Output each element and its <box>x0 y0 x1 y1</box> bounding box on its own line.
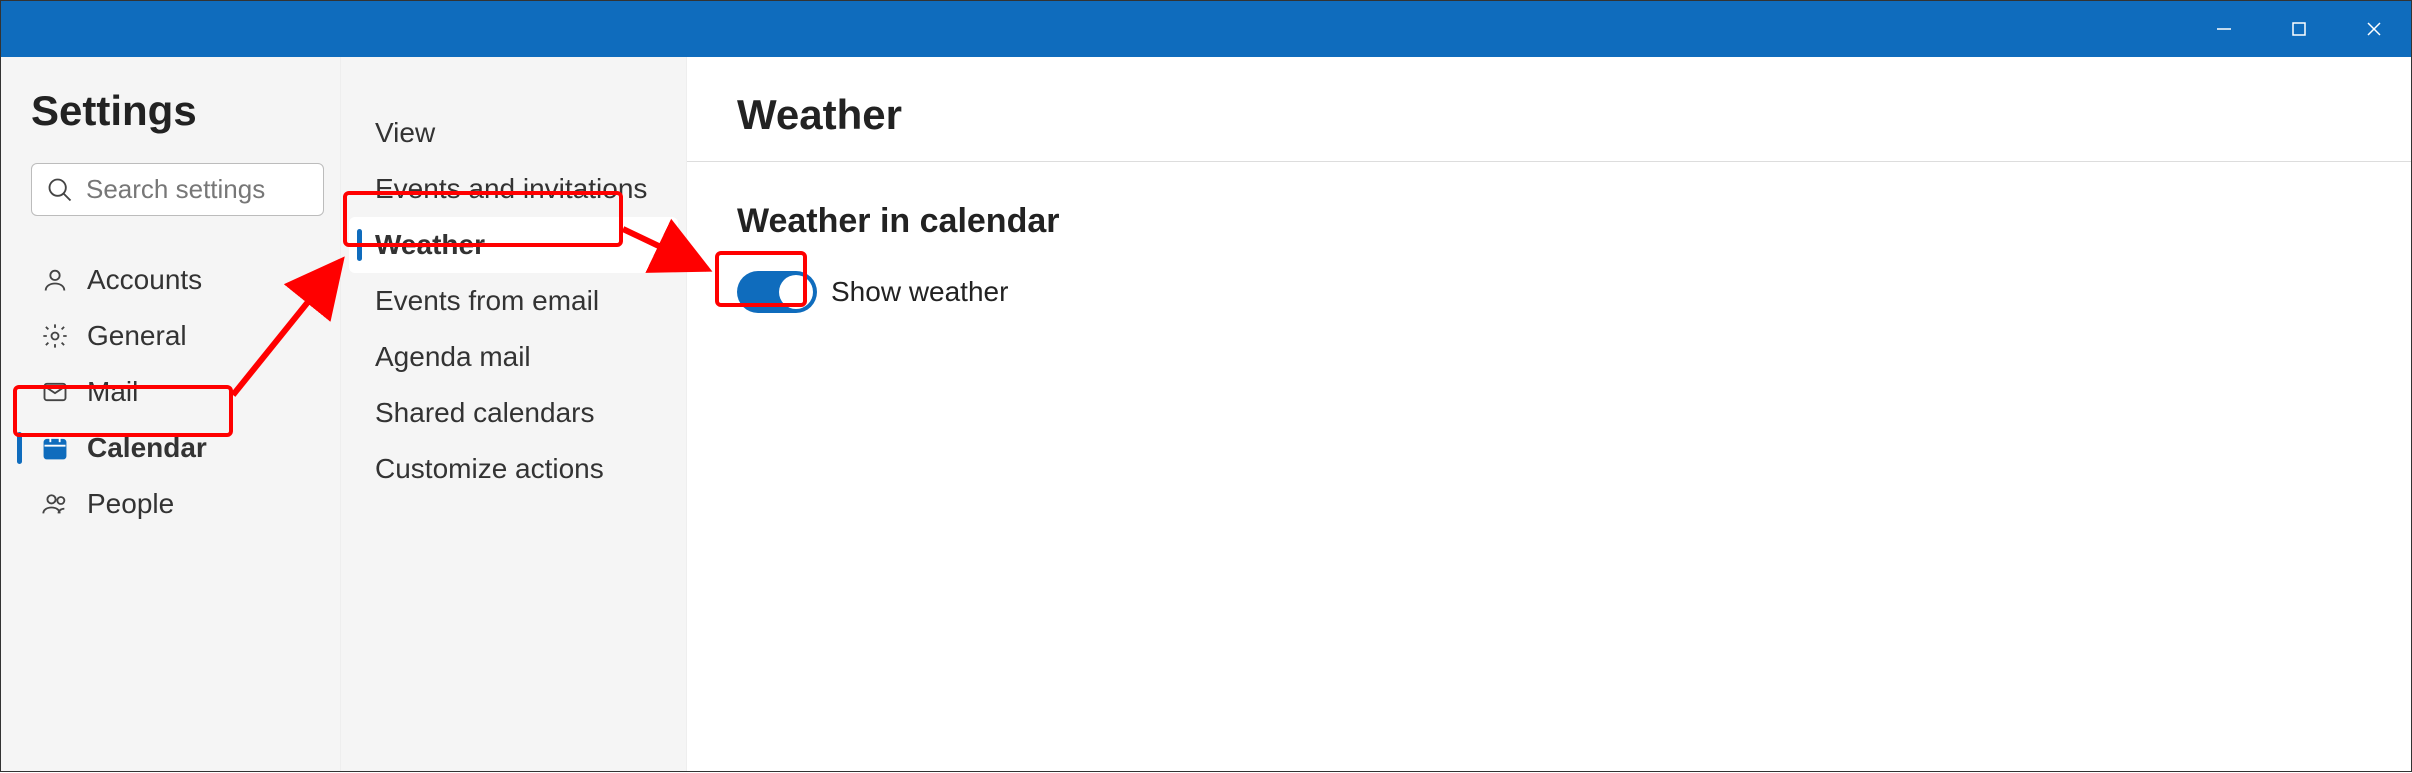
show-weather-toggle[interactable] <box>737 271 817 313</box>
sidebar-item-label: Calendar <box>87 432 207 464</box>
content-area: Settings Accounts General <box>1 57 2411 771</box>
toggle-label: Show weather <box>831 276 1008 308</box>
sidebar-item-label: People <box>87 488 174 520</box>
search-icon <box>46 176 74 204</box>
show-weather-row: Show weather <box>737 271 2361 313</box>
subnav-item-view[interactable]: View <box>341 105 686 161</box>
main-pane: Weather Weather in calendar Show weather <box>687 57 2411 771</box>
section-title: Weather in calendar <box>737 202 2361 241</box>
close-button[interactable] <box>2336 1 2411 57</box>
toggle-knob <box>779 275 813 309</box>
sidebar-item-calendar[interactable]: Calendar <box>31 420 324 476</box>
search-box[interactable] <box>31 163 324 216</box>
subnav-item-weather[interactable]: Weather <box>349 217 678 273</box>
subnav-item-agenda-mail[interactable]: Agenda mail <box>341 329 686 385</box>
sidebar-item-mail[interactable]: Mail <box>31 364 324 420</box>
subnav-item-events-invitations[interactable]: Events and invitations <box>341 161 686 217</box>
maximize-button[interactable] <box>2261 1 2336 57</box>
settings-title: Settings <box>31 87 324 135</box>
sidebar-item-label: General <box>87 320 187 352</box>
sidebar-item-accounts[interactable]: Accounts <box>31 252 324 308</box>
sidebar-item-label: Accounts <box>87 264 202 296</box>
subnav-item-customize-actions[interactable]: Customize actions <box>341 441 686 497</box>
sidebar-item-general[interactable]: General <box>31 308 324 364</box>
divider <box>687 161 2411 162</box>
people-icon <box>41 490 69 518</box>
subnav-item-events-email[interactable]: Events from email <box>341 273 686 329</box>
sidebar-item-label: Mail <box>87 376 138 408</box>
primary-sidebar: Settings Accounts General <box>1 57 341 771</box>
person-icon <box>41 266 69 294</box>
subnav-item-shared-calendars[interactable]: Shared calendars <box>341 385 686 441</box>
gear-icon <box>41 322 69 350</box>
main-title: Weather <box>737 91 2361 139</box>
minimize-button[interactable] <box>2186 1 2261 57</box>
nav-list: Accounts General Mail Calendar <box>31 252 324 532</box>
mail-icon <box>41 378 69 406</box>
secondary-sidebar: View Events and invitations Weather Even… <box>341 57 687 771</box>
calendar-icon <box>41 434 69 462</box>
titlebar <box>1 1 2411 57</box>
sidebar-item-people[interactable]: People <box>31 476 324 532</box>
